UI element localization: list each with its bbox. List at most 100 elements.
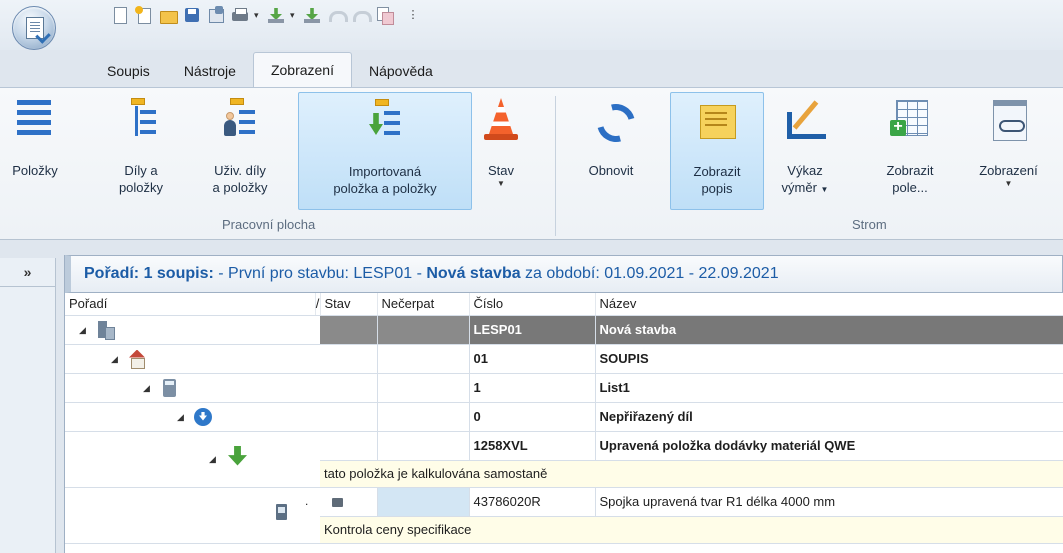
stav-button[interactable]: Stav ▼	[476, 92, 526, 210]
cislo-cell: 0	[469, 402, 596, 432]
table-row[interactable]: ◢ 1 List1	[65, 373, 1063, 403]
stav-cell	[320, 315, 378, 345]
panel-title-stavba: - První pro stavbu: LESP01 -	[213, 265, 427, 282]
table-row[interactable]: ◢ 1258XVL Upravená položka dodávky mater…	[65, 431, 1063, 488]
undo-icon[interactable]	[326, 5, 348, 25]
print-icon[interactable]	[230, 5, 250, 25]
zobrazit-popis-label-2: popis	[701, 181, 733, 196]
window-view-icon	[989, 98, 1029, 141]
chevron-down-icon: ▼	[1004, 179, 1013, 188]
necerpat-cell	[377, 315, 470, 345]
tree-icon	[121, 98, 161, 140]
table-row[interactable]: ◢ 01 SOUPIS	[65, 344, 1063, 374]
nazev-cell: Spojka upravená tvar R1 délka 4000 mm	[595, 487, 1063, 517]
tab-napoveda[interactable]: Nápověda	[352, 54, 450, 88]
stav-cell	[320, 373, 378, 403]
group-label-strom: Strom	[852, 217, 887, 232]
panel-title-poradi: Pořadí: 1 soupis:	[84, 265, 214, 282]
collapse-triangle-icon[interactable]: ◢	[209, 454, 216, 465]
quick-access-toolbar: ▾ ▾ ⋮	[110, 4, 420, 26]
necerpat-cell[interactable]	[377, 487, 470, 517]
column-header-poradi[interactable]: Pořadí	[65, 293, 316, 316]
soupis-panel: Pořadí: 1 soupis: - První pro stavbu: LE…	[64, 255, 1063, 553]
tab-zobrazeni[interactable]: Zobrazení	[252, 52, 352, 88]
collapse-triangle-icon[interactable]: ◢	[79, 325, 86, 336]
dily-label-1: Díly a	[124, 163, 158, 178]
add-field-grid-icon	[890, 98, 930, 140]
vykaz-label-1: Výkaz	[787, 163, 823, 178]
note-text: Kontrola ceny specifikace	[320, 516, 1063, 544]
collapse-triangle-icon[interactable]: ◢	[143, 383, 150, 394]
vykaz-vymer-button[interactable]: Výkaz výměr ▼	[770, 92, 840, 210]
dily-a-polozky-button[interactable]: Díly a položky	[100, 92, 182, 210]
necerpat-cell	[377, 431, 470, 461]
table-row[interactable]: ◢ 0 Nepřiřazený díl	[65, 402, 1063, 432]
refresh-icon	[591, 98, 631, 140]
note-text: tato položka je kalkulována samostaně	[320, 460, 1063, 488]
necerpat-cell	[377, 402, 470, 432]
importovana-polozka-button[interactable]: Importovaná položka a položky	[298, 92, 472, 210]
uzivatelske-dily-button[interactable]: Uživ. díly a položky	[190, 92, 290, 210]
cislo-cell: LESP01	[469, 315, 596, 345]
zobrazit-pole-label-1: Zobrazit	[886, 163, 934, 178]
stav-cell	[320, 487, 378, 517]
copy-icon[interactable]	[374, 5, 394, 25]
properties-icon[interactable]	[206, 5, 226, 25]
export-icon[interactable]	[302, 5, 322, 25]
redo-icon[interactable]	[350, 5, 372, 25]
note-icon	[697, 99, 737, 141]
column-header-nazev[interactable]: Název	[595, 293, 1063, 316]
stav-cell	[320, 344, 378, 374]
nazev-cell: Nová stavba	[595, 315, 1063, 345]
chevron-down-icon[interactable]: ▾	[254, 5, 262, 25]
dot-marker: .	[305, 493, 309, 508]
column-header-cislo[interactable]: Číslo	[469, 293, 596, 316]
tab-soupis[interactable]: Soupis	[90, 54, 167, 88]
group-label-pracovni-plocha: Pracovní plocha	[222, 217, 316, 232]
table-row[interactable]: ◢ LESP01 Nová stavba	[65, 315, 1063, 345]
uziv-label-2: a položky	[212, 180, 268, 195]
polozky-button[interactable]: Položky	[4, 92, 66, 210]
tree-cell: ◢	[65, 431, 320, 488]
new-from-template-icon[interactable]	[134, 5, 154, 25]
soupis-table: Pořadí / Stav Nečerpat Číslo Název ◢ LES…	[65, 293, 1063, 544]
open-folder-icon[interactable]	[158, 5, 178, 25]
zobrazit-popis-label-1: Zobrazit	[693, 164, 741, 179]
save-icon[interactable]	[182, 5, 202, 25]
tab-nastroje[interactable]: Nástroje	[167, 54, 253, 88]
panel-title-obdobi: za období: 01.09.2021 - 22.09.2021	[520, 265, 779, 282]
traffic-cone-icon	[481, 98, 521, 140]
import-icon[interactable]	[266, 5, 286, 25]
zobrazit-pole-button[interactable]: Zobrazit pole...	[870, 92, 950, 210]
calculator-icon	[159, 378, 179, 398]
status-icon	[332, 498, 343, 508]
building-icon	[95, 320, 115, 340]
stav-cell	[320, 402, 378, 432]
collapse-triangle-icon[interactable]: ◢	[177, 412, 184, 423]
column-header-necerpat[interactable]: Nečerpat	[377, 293, 470, 316]
green-arrow-down-icon	[227, 446, 247, 466]
zobrazeni-button[interactable]: Zobrazení ▼	[954, 92, 1063, 210]
obnovit-button[interactable]: Obnovit	[570, 92, 652, 210]
content-area: » Pořadí: 1 soupis: - První pro stavbu: …	[0, 245, 1063, 553]
chevron-down-icon[interactable]: ▾	[290, 5, 298, 25]
stav-cell	[320, 431, 378, 461]
ribbon: Položky Díly a položky Uživ. díly a polo…	[0, 87, 1063, 240]
side-panel: »	[0, 258, 56, 553]
import-tree-icon	[365, 99, 405, 141]
customize-toolbar-icon[interactable]: ⋮	[406, 5, 420, 25]
tree-cell: .	[65, 487, 320, 544]
zobrazeni-label: Zobrazení	[979, 163, 1038, 178]
table-row[interactable]: . 43786020R Spojka upravená tvar R1 délk…	[65, 487, 1063, 544]
collapse-triangle-icon[interactable]: ◢	[111, 354, 118, 365]
panel-title: Pořadí: 1 soupis: - První pro stavbu: LE…	[65, 255, 1063, 293]
necerpat-cell	[377, 344, 470, 374]
new-document-icon[interactable]	[110, 5, 130, 25]
app-menu-button[interactable]	[12, 6, 56, 50]
column-header-stav[interactable]: Stav	[320, 293, 378, 316]
cislo-cell: 1	[469, 373, 596, 403]
item-icon	[275, 502, 289, 522]
expand-panel-button[interactable]: »	[0, 258, 55, 287]
zobrazit-popis-button[interactable]: Zobrazit popis	[670, 92, 764, 210]
panel-title-nazev: Nová stavba	[426, 265, 521, 282]
